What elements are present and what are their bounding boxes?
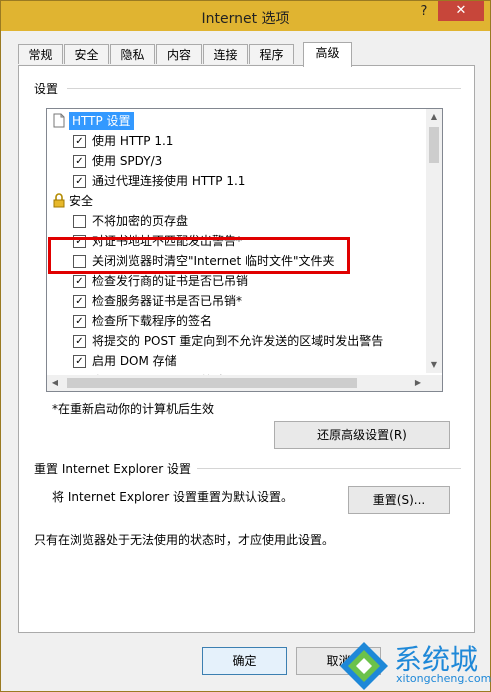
settings-option[interactable]: ✓ 使用 HTTP 1.1 [47, 131, 426, 151]
vertical-scrollbar[interactable]: ▲ ▼ [426, 109, 442, 373]
checked-checkbox[interactable]: ✓ [73, 155, 86, 168]
category-label: HTTP 设置 [69, 112, 134, 130]
settings-option[interactable]: ✓ 检查所下载程序的签名 [47, 311, 426, 331]
help-button[interactable]: ? [416, 4, 432, 24]
settings-category: 安全 [47, 191, 426, 211]
vertical-scroll-thumb[interactable] [429, 127, 439, 163]
tab-programs[interactable]: 程序 [249, 44, 294, 64]
reset-note: 只有在浏览器处于无法使用的状态时，才应使用此设置。 [34, 533, 335, 547]
checked-checkbox[interactable]: ✓ [73, 295, 86, 308]
lock-icon [53, 193, 65, 208]
reset-group-label: 重置 Internet Explorer 设置 [34, 462, 192, 476]
scroll-up-arrow[interactable]: ▲ [426, 109, 442, 125]
tab-advanced[interactable]: 高级 [303, 42, 352, 67]
scroll-down-arrow[interactable]: ▼ [426, 357, 442, 373]
tab-security[interactable]: 安全 [64, 44, 109, 64]
settings-option[interactable]: ✓ 检查发行商的证书是否已吊销 [47, 271, 426, 291]
horizontal-scrollbar[interactable]: ◀ ▶ [47, 375, 426, 391]
scroll-left-arrow[interactable]: ◀ [47, 375, 63, 391]
scroll-right-arrow[interactable]: ▶ [410, 375, 426, 391]
reset-group-divider [197, 468, 461, 469]
option-label: 检查所下载程序的签名 [92, 314, 213, 328]
horizontal-scroll-thumb[interactable] [67, 378, 357, 388]
settings-group-label: 设置 [34, 82, 59, 96]
highlight-annotation-box [48, 237, 350, 274]
settings-category: HTTP 设置 [47, 111, 426, 131]
checked-checkbox[interactable]: ✓ [73, 315, 86, 328]
tab-general[interactable]: 常规 [18, 44, 63, 64]
scroll-corner [426, 375, 442, 391]
option-label: 不将加密的页存盘 [92, 214, 189, 228]
settings-option[interactable]: 不将加密的页存盘 [47, 211, 426, 231]
option-label: 检查服务器证书是否已吊销* [92, 294, 243, 308]
reset-description: 将 Internet Explorer 设置重置为默认设置。 [52, 490, 294, 504]
settings-option[interactable]: ✓ 启用 DOM 存储 [47, 351, 426, 371]
category-label: 安全 [69, 194, 94, 208]
advanced-tab-panel: 设置 HTTP 设置 ✓ 使用 HTTP 1.1 ✓ 使用 SPDY/3 ✓ 通过代理连接使… [18, 65, 475, 633]
close-button[interactable]: ✕ [438, 1, 484, 21]
unchecked-checkbox[interactable] [73, 215, 86, 228]
settings-option[interactable]: ✓ 检查服务器证书是否已吊销* [47, 291, 426, 311]
option-label: 使用 HTTP 1.1 [92, 134, 174, 148]
reset-button[interactable]: 重置(S)... [348, 486, 450, 514]
option-label: 启用 DOM 存储 [92, 354, 177, 368]
checked-checkbox[interactable]: ✓ [73, 135, 86, 148]
title-bar[interactable]: Internet 选项 ? ✕ [1, 1, 490, 31]
tab-privacy[interactable]: 隐私 [110, 44, 155, 64]
option-label: 检查发行商的证书是否已吊销 [92, 274, 249, 288]
checked-checkbox[interactable]: ✓ [73, 175, 86, 188]
option-label: 使用 SPDY/3 [92, 154, 163, 168]
settings-option[interactable]: ✓ 通过代理连接使用 HTTP 1.1 [47, 171, 426, 191]
restart-note: *在重新启动你的计算机后生效 [52, 402, 215, 416]
tab-connections[interactable]: 连接 [203, 44, 248, 64]
tab-content[interactable]: 内容 [156, 44, 202, 64]
ok-button[interactable]: 确定 [202, 647, 287, 675]
checked-checkbox[interactable]: ✓ [73, 275, 86, 288]
checked-checkbox[interactable]: ✓ [73, 355, 86, 368]
option-label: 将提交的 POST 重定向到不允许发送的区域时发出警告 [92, 334, 384, 348]
option-label: 通过代理连接使用 HTTP 1.1 [92, 174, 246, 188]
page-icon [53, 113, 65, 128]
watermark-url: xitongcheng.com [396, 672, 491, 685]
restore-advanced-button[interactable]: 还原高级设置(R) [274, 421, 450, 449]
internet-options-window: Internet 选项 ? ✕ 常规 安全 隐私 内容 连接 程序 高级 设置 … [0, 0, 491, 692]
settings-option[interactable]: ✓ 使用 SPDY/3 [47, 151, 426, 171]
watermark: 系统城 xitongcheng.com [336, 640, 491, 692]
watermark-logo-icon [340, 642, 388, 690]
group-divider [67, 88, 461, 89]
checked-checkbox[interactable]: ✓ [73, 335, 86, 348]
settings-option[interactable]: ✓ 将提交的 POST 重定向到不允许发送的区域时发出警告 [47, 331, 426, 351]
